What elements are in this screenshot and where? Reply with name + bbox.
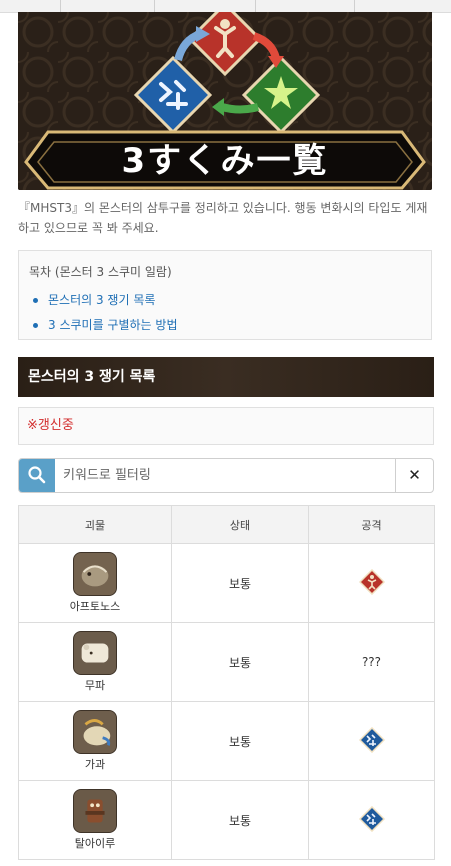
- nav-divider: [154, 0, 155, 12]
- toc-title: 목차 (몬스터 3 스쿠미 일람): [29, 265, 172, 279]
- monster-portrait-icon[interactable]: [73, 631, 117, 675]
- monster-portrait-icon[interactable]: [73, 552, 117, 596]
- nav-divider: [60, 0, 61, 12]
- updating-notice: ※갱신중: [18, 407, 434, 445]
- table-of-contents: 목차 (몬스터 3 스쿠미 일람) 몬스터의 3 쟁기 목록 3 스쿠미를 구별…: [18, 250, 432, 340]
- rock-paper-scissors-banner: 3すくみ一覧: [18, 12, 432, 190]
- keyword-filter-input[interactable]: [59, 463, 367, 488]
- state-cell: 보통: [171, 622, 309, 702]
- monster-cell: 무파: [18, 622, 172, 702]
- monster-portrait-icon[interactable]: [73, 789, 117, 833]
- table-row: 아프토노스 보통: [18, 543, 435, 623]
- monster-portrait-icon[interactable]: [73, 710, 117, 754]
- clear-filter-button[interactable]: ✕: [395, 459, 433, 492]
- attack-cell: [308, 780, 435, 860]
- state-cell: 보통: [171, 543, 309, 623]
- toc-link-label: 몬스터의 3 쟁기 목록: [48, 293, 156, 307]
- search-button[interactable]: [19, 459, 55, 492]
- monster-name[interactable]: 탈아이루: [19, 835, 171, 851]
- monster-cell: 가과: [18, 701, 172, 781]
- technical-attack-icon: [358, 726, 385, 753]
- monster-name[interactable]: 아프토노스: [19, 598, 171, 614]
- monster-cell: 아프토노스: [18, 543, 172, 623]
- state-cell: 보통: [171, 701, 309, 781]
- monster-type-table: 괴물 상태 공격 아프토노스 보통 무파 보통 ??? 가과 보통 탈아이루 보…: [18, 505, 435, 860]
- monster-name[interactable]: 무파: [19, 677, 171, 693]
- toc-link-label: 3 스쿠미를 구별하는 방법: [48, 318, 178, 332]
- column-header-attack: 공격: [308, 505, 435, 544]
- technical-attack-icon: [358, 805, 385, 832]
- intro-text: 『MHST3』의 몬스터의 삼투구를 정리하고 있습니다. 행동 변화시의 타입…: [18, 201, 428, 235]
- power-attack-icon: [358, 568, 385, 595]
- section-header: 몬스터의 3 쟁기 목록: [18, 357, 434, 397]
- column-header-state: 상태: [171, 505, 309, 544]
- attack-cell: ???: [308, 622, 435, 702]
- keyword-filter-bar: ✕: [18, 458, 434, 493]
- monster-name[interactable]: 가과: [19, 756, 171, 772]
- close-icon: ✕: [408, 466, 421, 484]
- bullet-icon: [33, 298, 38, 303]
- attack-cell: [308, 701, 435, 781]
- table-row: 무파 보통 ???: [18, 622, 435, 702]
- column-header-monster: 괴물: [18, 505, 172, 544]
- monster-cell: 탈아이루: [18, 780, 172, 860]
- attack-cell: [308, 543, 435, 623]
- nav-divider: [354, 0, 355, 12]
- search-icon: [28, 466, 46, 484]
- table-header-row: 괴물 상태 공격: [18, 505, 435, 544]
- table-row: 가과 보통: [18, 701, 435, 781]
- banner-title: 3すくみ一覧: [121, 141, 329, 181]
- toc-link-monster-list[interactable]: 몬스터의 3 쟁기 목록: [33, 291, 155, 308]
- state-cell: 보통: [171, 780, 309, 860]
- table-row: 탈아이루 보통: [18, 780, 435, 860]
- bullet-icon: [33, 323, 38, 328]
- nav-divider: [255, 0, 256, 12]
- toc-link-how-to-identify[interactable]: 3 스쿠미를 구별하는 방법: [33, 316, 177, 333]
